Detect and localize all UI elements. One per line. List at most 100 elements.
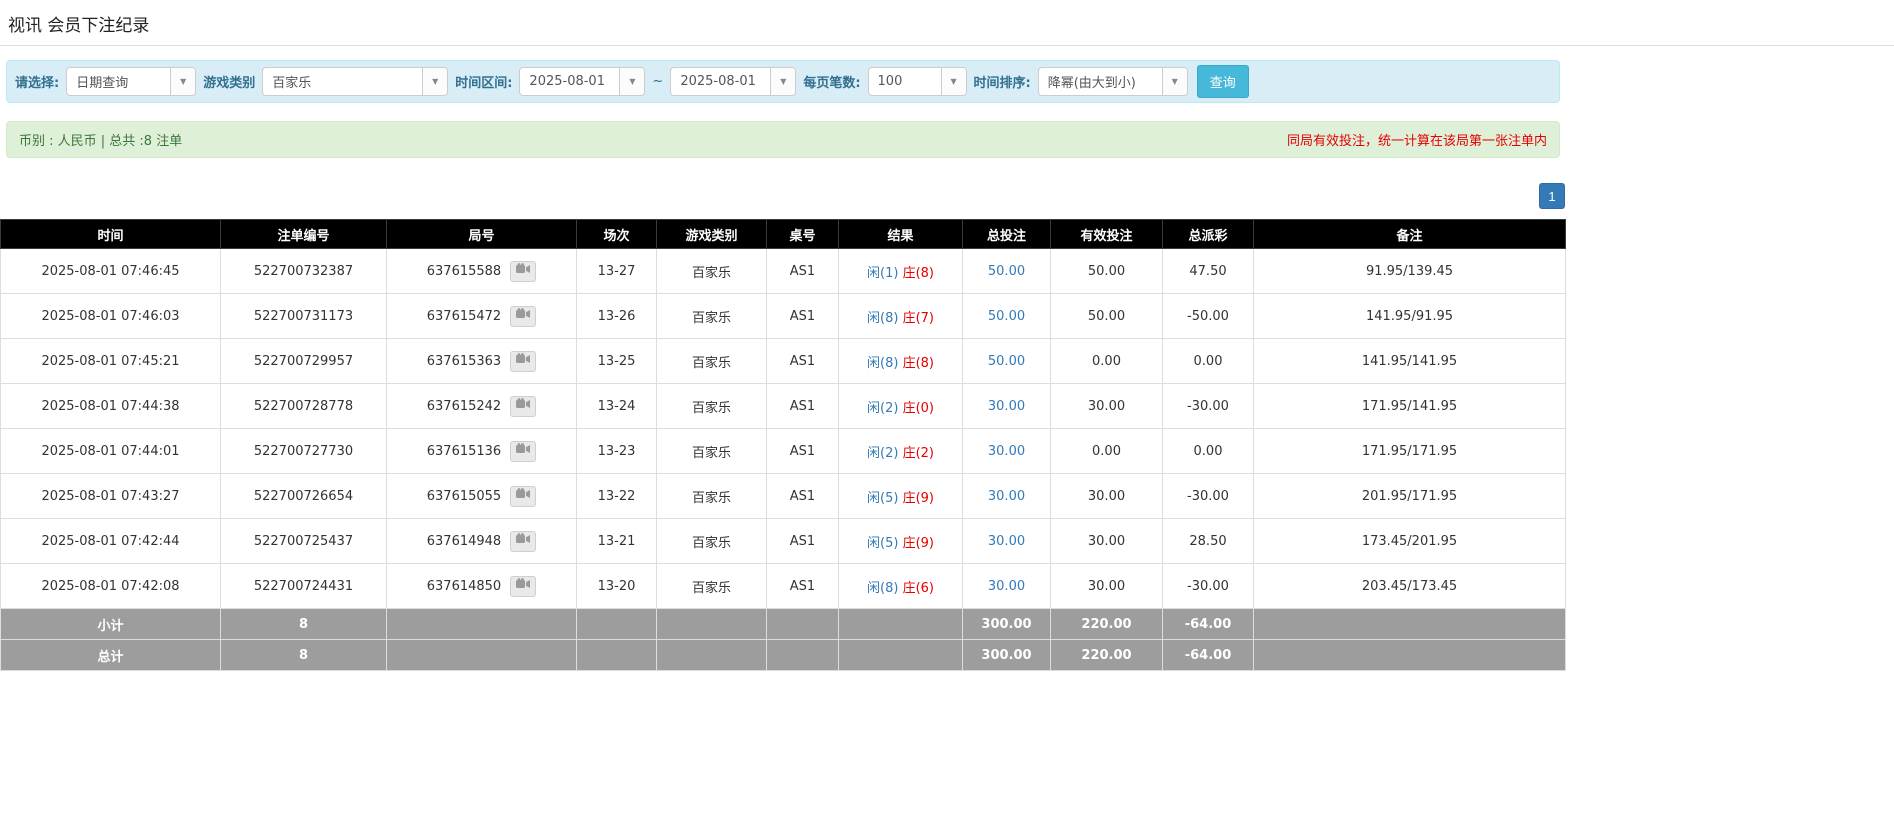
bet-id-cell: 522700727730 bbox=[221, 429, 387, 474]
result-cell: 闲(8) 庄(7) bbox=[839, 294, 963, 339]
total-bet-link[interactable]: 30.00 bbox=[988, 489, 1025, 504]
page-button-1[interactable]: 1 bbox=[1539, 183, 1565, 209]
total-bet-link[interactable]: 50.00 bbox=[988, 354, 1025, 369]
column-header: 桌号 bbox=[767, 220, 839, 249]
session-cell: 13-26 bbox=[577, 294, 657, 339]
round-number: 637615472 bbox=[427, 309, 501, 324]
round-cell: 637615055 bbox=[387, 474, 577, 519]
bet-time-cell: 2025-08-01 07:46:03 bbox=[1, 294, 221, 339]
valid-bet-cell: 30.00 bbox=[1051, 519, 1163, 564]
column-header: 时间 bbox=[1, 220, 221, 249]
total-bet-cell: 50.00 bbox=[963, 294, 1051, 339]
total-bet-link[interactable]: 30.00 bbox=[988, 534, 1025, 549]
result-banker: 庄(6) bbox=[903, 581, 934, 596]
filter-bar: 请选择: 日期查询 ▼ 游戏类别 百家乐 ▼ 时间区间: 2025-08-01 … bbox=[6, 60, 1560, 103]
column-header: 有效投注 bbox=[1051, 220, 1163, 249]
table-number-cell: AS1 bbox=[767, 429, 839, 474]
payout-cell: -30.00 bbox=[1163, 564, 1254, 609]
round-cell-content: 637615242 bbox=[427, 396, 536, 417]
video-replay-button[interactable] bbox=[510, 261, 536, 282]
page-size-select[interactable]: 100 ▼ bbox=[868, 67, 967, 96]
chevron-down-icon[interactable]: ▼ bbox=[619, 68, 644, 95]
total-row-cell: 8 bbox=[221, 640, 387, 671]
video-replay-button[interactable] bbox=[510, 486, 536, 507]
game-type-select[interactable]: 百家乐 ▼ bbox=[262, 67, 448, 96]
video-replay-button[interactable] bbox=[510, 396, 536, 417]
sort-order-label: 时间排序: bbox=[974, 72, 1031, 91]
date-from-select[interactable]: 2025-08-01 ▼ bbox=[519, 67, 645, 96]
round-cell: 637614948 bbox=[387, 519, 577, 564]
session-cell: 13-23 bbox=[577, 429, 657, 474]
bet-id-cell: 522700725437 bbox=[221, 519, 387, 564]
date-to-select[interactable]: 2025-08-01 ▼ bbox=[670, 67, 796, 96]
summary-bar: 币别 : 人民币 | 总共 :8 注单 同局有效投注，统一计算在该局第一张注单内 bbox=[6, 121, 1560, 158]
round-cell: 637615136 bbox=[387, 429, 577, 474]
table-number-cell: AS1 bbox=[767, 519, 839, 564]
query-type-select[interactable]: 日期查询 ▼ bbox=[66, 67, 196, 96]
column-header: 局号 bbox=[387, 220, 577, 249]
total-row-cell bbox=[767, 640, 839, 671]
total-row-cell: -64.00 bbox=[1163, 640, 1254, 671]
search-button[interactable]: 查询 bbox=[1197, 65, 1249, 98]
subtotal-row-cell: 300.00 bbox=[963, 609, 1051, 640]
result-banker: 庄(0) bbox=[903, 401, 934, 416]
payout-cell: -50.00 bbox=[1163, 294, 1254, 339]
result-banker: 庄(8) bbox=[903, 266, 934, 281]
chevron-down-icon[interactable]: ▼ bbox=[422, 68, 447, 95]
result-banker: 庄(2) bbox=[903, 446, 934, 461]
chevron-down-icon[interactable]: ▼ bbox=[941, 68, 966, 95]
video-replay-button[interactable] bbox=[510, 351, 536, 372]
sort-order-value: 降幂(由大到小) bbox=[1039, 68, 1162, 95]
total-row-cell: 220.00 bbox=[1051, 640, 1163, 671]
bet-id-cell: 522700732387 bbox=[221, 249, 387, 294]
payout-cell: -30.00 bbox=[1163, 474, 1254, 519]
result-banker: 庄(9) bbox=[903, 491, 934, 506]
valid-bet-cell: 50.00 bbox=[1051, 249, 1163, 294]
total-bet-link[interactable]: 30.00 bbox=[988, 399, 1025, 414]
total-bet-link[interactable]: 50.00 bbox=[988, 309, 1025, 324]
total-bet-cell: 30.00 bbox=[963, 519, 1051, 564]
total-bet-cell: 50.00 bbox=[963, 339, 1051, 384]
subtotal-row-cell: 小计 bbox=[1, 609, 221, 640]
chevron-down-icon[interactable]: ▼ bbox=[170, 68, 195, 95]
total-bet-link[interactable]: 50.00 bbox=[988, 264, 1025, 279]
game-type-cell: 百家乐 bbox=[657, 294, 767, 339]
result-banker: 庄(8) bbox=[903, 356, 934, 371]
table-row: 2025-08-01 07:42:08522700724431637614850… bbox=[1, 564, 1566, 609]
video-replay-button[interactable] bbox=[510, 441, 536, 462]
result-cell: 闲(1) 庄(8) bbox=[839, 249, 963, 294]
result-cell: 闲(8) 庄(6) bbox=[839, 564, 963, 609]
total-row-cell bbox=[387, 640, 577, 671]
table-footer: 小计8300.00220.00-64.00总计8300.00220.00-64.… bbox=[1, 609, 1566, 671]
video-camera-icon bbox=[516, 353, 530, 369]
game-type-cell: 百家乐 bbox=[657, 564, 767, 609]
remark-cell: 201.95/171.95 bbox=[1254, 474, 1566, 519]
sort-order-select[interactable]: 降幂(由大到小) ▼ bbox=[1038, 67, 1188, 96]
round-cell-content: 637614948 bbox=[427, 531, 536, 552]
round-number: 637615055 bbox=[427, 489, 501, 504]
bet-time-cell: 2025-08-01 07:45:21 bbox=[1, 339, 221, 384]
table-row: 2025-08-01 07:46:45522700732387637615588… bbox=[1, 249, 1566, 294]
video-replay-button[interactable] bbox=[510, 576, 536, 597]
total-bet-link[interactable]: 30.00 bbox=[988, 579, 1025, 594]
table-number-cell: AS1 bbox=[767, 249, 839, 294]
bet-time-cell: 2025-08-01 07:44:01 bbox=[1, 429, 221, 474]
chevron-down-icon[interactable]: ▼ bbox=[770, 68, 795, 95]
video-camera-icon bbox=[516, 263, 530, 279]
session-cell: 13-22 bbox=[577, 474, 657, 519]
pagination-top: 1 bbox=[0, 183, 1565, 209]
table-row: 2025-08-01 07:44:38522700728778637615242… bbox=[1, 384, 1566, 429]
video-replay-button[interactable] bbox=[510, 306, 536, 327]
total-bet-link[interactable]: 30.00 bbox=[988, 444, 1025, 459]
subtotal-row-cell bbox=[657, 609, 767, 640]
payout-cell: 0.00 bbox=[1163, 429, 1254, 474]
remark-cell: 141.95/141.95 bbox=[1254, 339, 1566, 384]
table-number-cell: AS1 bbox=[767, 294, 839, 339]
result-cell: 闲(2) 庄(2) bbox=[839, 429, 963, 474]
table-row: 2025-08-01 07:44:01522700727730637615136… bbox=[1, 429, 1566, 474]
chevron-down-icon[interactable]: ▼ bbox=[1162, 68, 1187, 95]
video-replay-button[interactable] bbox=[510, 531, 536, 552]
session-cell: 13-27 bbox=[577, 249, 657, 294]
valid-bet-cell: 30.00 bbox=[1051, 564, 1163, 609]
video-camera-icon bbox=[516, 488, 530, 504]
